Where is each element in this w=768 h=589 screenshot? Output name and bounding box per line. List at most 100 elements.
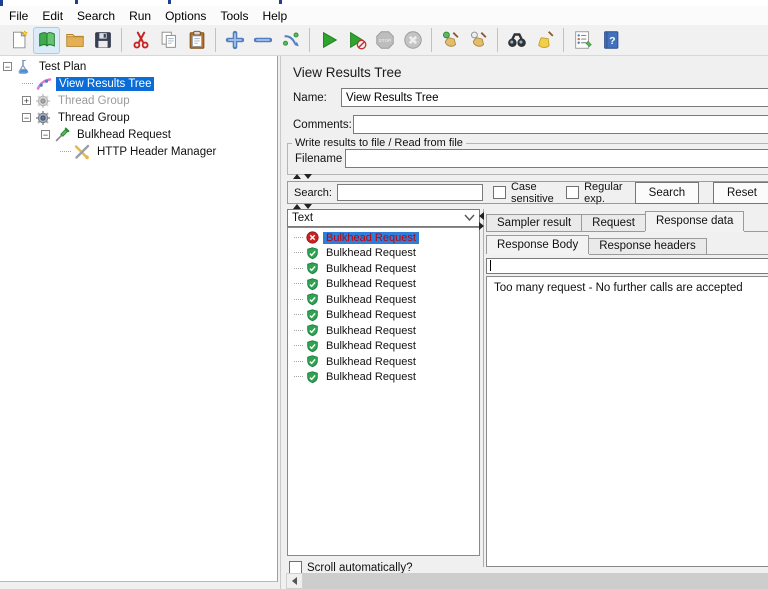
scroll-left-button[interactable] (286, 573, 303, 589)
tree-item-bulkhead-request[interactable]: − Bulkhead Request (0, 126, 277, 143)
tree-item-label: Bulkhead Request (74, 128, 174, 142)
help-button[interactable]: ? (597, 27, 624, 54)
chevron-down-icon (464, 212, 475, 224)
menu-edit[interactable]: Edit (35, 7, 70, 25)
paste-button[interactable] (183, 27, 210, 54)
search-reset-button[interactable] (531, 27, 558, 54)
toolbar-separator (497, 28, 498, 52)
horizontal-scrollbar[interactable] (286, 573, 768, 589)
result-item[interactable]: Bulkhead Request (288, 277, 479, 293)
tab-response-data[interactable]: Response data (645, 211, 744, 231)
result-item[interactable]: Bulkhead Request (288, 261, 479, 277)
toggle-button[interactable] (277, 27, 304, 54)
toolbar-separator (215, 28, 216, 52)
scrollbar-track[interactable] (303, 573, 768, 589)
success-icon (306, 340, 319, 353)
tree-expander-minus[interactable]: − (3, 62, 12, 71)
open-button[interactable] (61, 27, 88, 54)
filename-input[interactable] (345, 149, 768, 168)
response-search-input[interactable] (486, 258, 768, 274)
success-icon (306, 247, 319, 260)
tree-expander-minus[interactable]: − (41, 130, 50, 139)
add-button[interactable] (221, 27, 248, 54)
reset-button[interactable]: Reset (713, 182, 768, 204)
result-item[interactable]: Bulkhead Request (288, 354, 479, 370)
tree-connector (294, 376, 303, 378)
tree-expander-plus[interactable]: + (22, 96, 31, 105)
result-item[interactable]: Bulkhead Request (288, 292, 479, 308)
collapse-left-icon[interactable] (479, 212, 484, 220)
write-results-legend: Write results to file / Read from file (292, 137, 466, 149)
templates-button[interactable] (33, 27, 60, 54)
result-item[interactable]: Bulkhead Request (288, 339, 479, 355)
regular-exp-checkbox[interactable] (566, 186, 579, 199)
toolbar-separator (563, 28, 564, 52)
result-item-label: Bulkhead Request (323, 371, 419, 383)
search-button[interactable]: Search (635, 182, 699, 204)
tab-sampler-result[interactable]: Sampler result (486, 214, 582, 231)
tree-item-thread-group[interactable]: + Thread Group (0, 92, 277, 109)
comments-input[interactable] (353, 115, 768, 134)
tree-item-thread-group[interactable]: −Thread Group (0, 109, 277, 126)
scroll-automatically-label: Scroll automatically? (307, 562, 412, 574)
tree-expander-minus[interactable]: − (22, 113, 31, 122)
menu-file[interactable]: File (2, 7, 35, 25)
toolbar-separator (431, 28, 432, 52)
case-sensitive-checkbox[interactable] (493, 186, 506, 199)
tree-item-test-plan[interactable]: −Test Plan (0, 58, 277, 75)
result-item-label: Bulkhead Request (323, 294, 419, 306)
clear-one-button[interactable] (437, 27, 464, 54)
text-caret (490, 260, 491, 271)
result-item-label: Bulkhead Request (323, 325, 419, 337)
search-panel: Search: Case sensitive Regular exp. Sear… (287, 181, 768, 204)
menu-search[interactable]: Search (70, 7, 122, 25)
vertical-split-arrows[interactable] (479, 212, 484, 230)
svg-text:?: ? (609, 35, 615, 47)
tree-item-http-header-manager[interactable]: HTTP Header Manager (0, 143, 277, 160)
tree-item-view-results-tree[interactable]: View Results Tree (0, 75, 277, 92)
menu-tools[interactable]: Tools (213, 7, 255, 25)
save-button[interactable] (89, 27, 116, 54)
vertical-split-divider[interactable] (483, 209, 484, 567)
name-input[interactable] (341, 88, 768, 107)
collapse-down-icon[interactable] (304, 174, 312, 179)
tree-item-label: Thread Group (55, 94, 133, 108)
shutdown-button[interactable] (399, 27, 426, 54)
titlebar-text-remnant (279, 0, 282, 4)
search-input[interactable] (337, 184, 483, 201)
tree-connector (294, 299, 303, 301)
success-icon (306, 293, 319, 306)
svg-text:STOP: STOP (378, 38, 390, 43)
response-body-text: Too many request - No further calls are … (494, 282, 743, 294)
tree-connector (294, 237, 303, 239)
start-button[interactable] (315, 27, 342, 54)
new-file-button[interactable] (5, 27, 32, 54)
result-item[interactable]: Bulkhead Request (288, 246, 479, 262)
menu-help[interactable]: Help (255, 7, 294, 25)
remove-button[interactable] (249, 27, 276, 54)
splitpane-collapse-arrows[interactable] (293, 174, 312, 179)
tab-request[interactable]: Request (581, 214, 646, 231)
view-mode-select[interactable]: Text (287, 209, 480, 227)
collapse-right-icon[interactable] (479, 222, 484, 230)
result-item[interactable]: Bulkhead Request (288, 308, 479, 324)
stop-button[interactable]: STOP (371, 27, 398, 54)
clear-all-button[interactable] (465, 27, 492, 54)
result-item[interactable]: Bulkhead Request (288, 323, 479, 339)
copy-button[interactable] (155, 27, 182, 54)
subtab-response-body[interactable]: Response Body (486, 235, 589, 254)
result-item[interactable]: Bulkhead Request (288, 370, 479, 386)
tree-connector (294, 314, 303, 316)
menu-options[interactable]: Options (158, 7, 213, 25)
thread-group-icon (35, 110, 51, 126)
start-no-timers-button[interactable] (343, 27, 370, 54)
menu-run[interactable]: Run (122, 7, 158, 25)
collapse-up-icon[interactable] (293, 174, 301, 179)
cut-button[interactable] (127, 27, 154, 54)
search-button[interactable] (503, 27, 530, 54)
result-item-label: Bulkhead Request (323, 340, 419, 352)
response-body-view[interactable]: Too many request - No further calls are … (486, 276, 768, 567)
function-helper-button[interactable] (569, 27, 596, 54)
result-item[interactable]: Bulkhead Request (288, 230, 479, 246)
subtab-response-headers[interactable]: Response headers (588, 238, 707, 254)
